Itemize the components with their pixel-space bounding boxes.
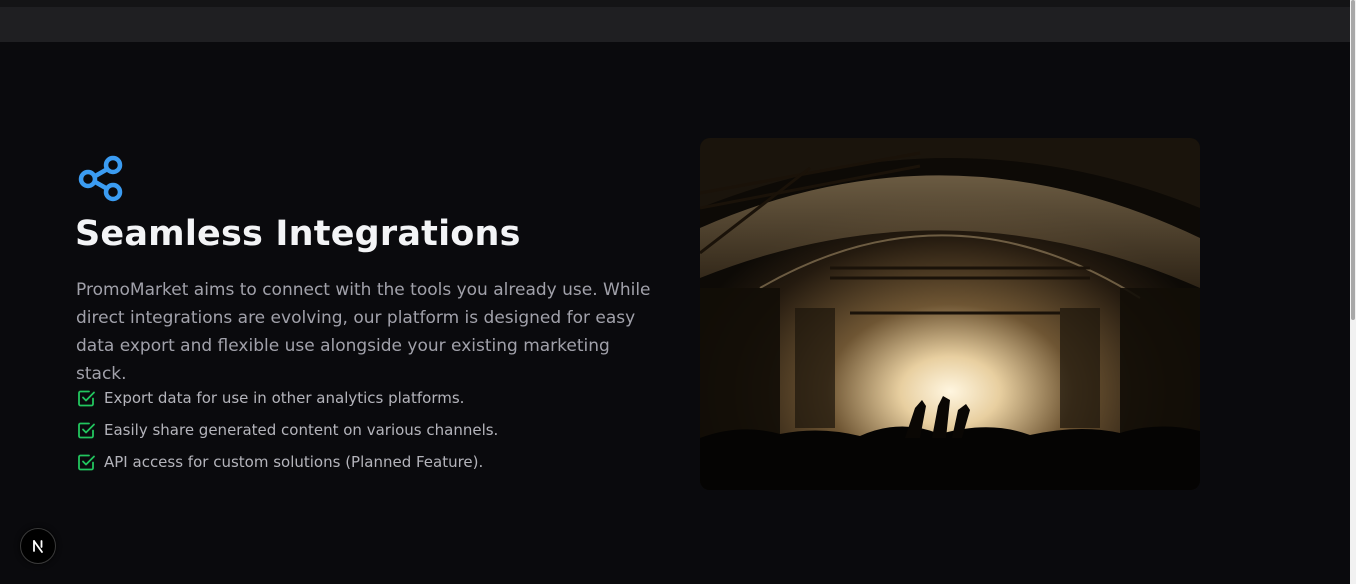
check-square-icon (76, 452, 96, 472)
browser-top-strip (0, 0, 1350, 7)
check-square-icon (76, 420, 96, 440)
feature-text: Easily share generated content on variou… (104, 421, 499, 439)
scrollbar-thumb[interactable] (1351, 0, 1355, 320)
feature-item: API access for custom solutions (Planned… (76, 446, 498, 478)
section-title: Seamless Integrations (75, 214, 521, 254)
check-square-icon (76, 388, 96, 408)
section-description: PromoMarket aims to connect with the too… (76, 280, 651, 384)
feature-list: Export data for use in other analytics p… (76, 382, 498, 478)
nextjs-logo-icon (33, 540, 43, 553)
feature-text: API access for custom solutions (Planned… (104, 453, 484, 471)
site-header-bar (0, 7, 1350, 42)
nextjs-dev-badge[interactable] (20, 528, 56, 564)
concert-crowd-photo (700, 138, 1200, 490)
feature-item: Easily share generated content on variou… (76, 414, 498, 446)
feature-text: Export data for use in other analytics p… (104, 389, 465, 407)
share-icon (78, 155, 124, 203)
feature-item: Export data for use in other analytics p… (76, 382, 498, 414)
